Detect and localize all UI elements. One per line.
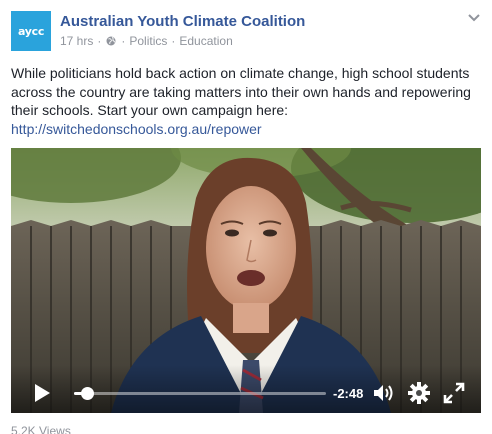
page-name-link[interactable]: Australian Youth Climate Coalition (60, 13, 305, 30)
gear-icon[interactable] (408, 382, 430, 404)
facebook-post: aycc Australian Youth Climate Coalition … (0, 0, 492, 434)
post-text: While politicians hold back action on cl… (11, 64, 483, 138)
meta-separator: · (97, 34, 102, 48)
post-link[interactable]: http://switchedonschools.org.au/repower (11, 120, 483, 139)
seek-thumb[interactable] (80, 387, 94, 400)
category-education[interactable]: Education (179, 34, 232, 48)
video-controls: -2:48 (11, 365, 481, 413)
video-player[interactable]: -2:48 (11, 148, 481, 413)
meta-separator: · (121, 34, 126, 48)
globe-icon (106, 36, 116, 46)
play-icon[interactable] (31, 382, 53, 404)
seek-bar[interactable] (74, 387, 326, 400)
volume-icon[interactable] (373, 383, 395, 403)
avatar-logo-text: aycc (17, 24, 45, 38)
category-politics[interactable]: Politics (129, 34, 167, 48)
chevron-down-icon[interactable] (467, 13, 481, 23)
time-remaining: -2:48 (333, 386, 364, 401)
view-count: 5.2K Views (11, 424, 71, 434)
post-header: aycc Australian Youth Climate Coalition … (11, 11, 481, 53)
post-meta: 17 hrs · · Politics · Education (60, 34, 233, 48)
post-message: While politicians hold back action on cl… (11, 65, 471, 118)
fullscreen-icon[interactable] (443, 382, 465, 404)
post-time[interactable]: 17 hrs (60, 34, 93, 48)
meta-separator: · (171, 34, 176, 48)
page-avatar[interactable]: aycc (11, 11, 51, 51)
